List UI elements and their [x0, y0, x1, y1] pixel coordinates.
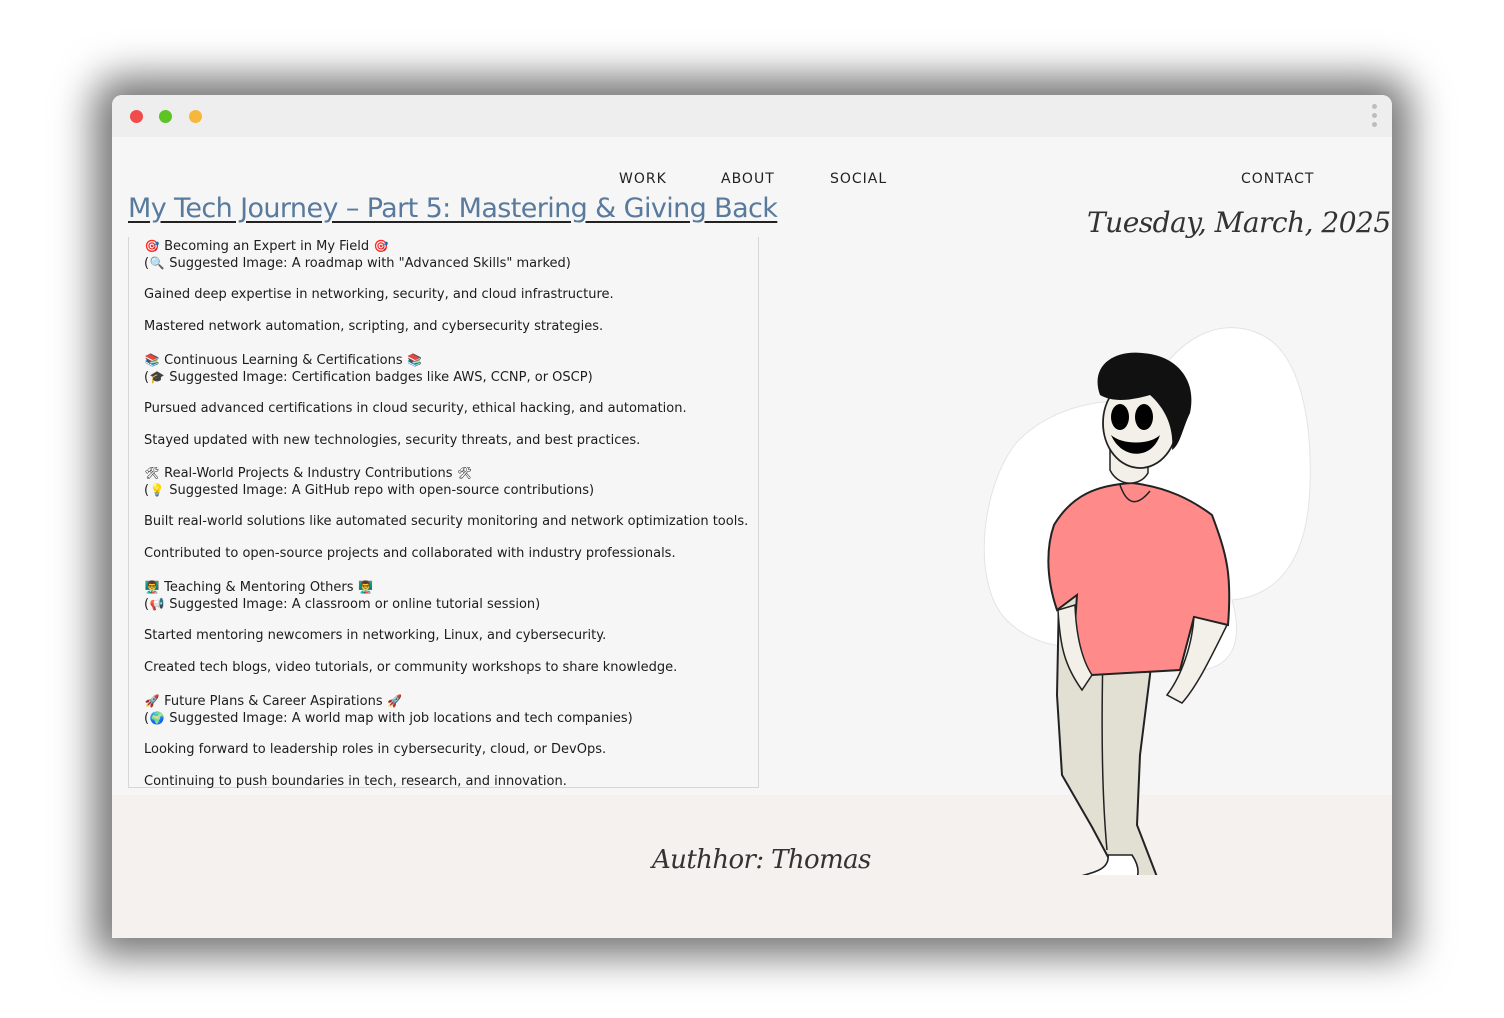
section-icon: 👨‍🏫 [144, 580, 160, 594]
person-illustration [983, 327, 1311, 875]
minimize-window-button[interactable] [189, 110, 202, 123]
section-icon: 🎯 [144, 239, 160, 253]
section-heading-label: Future Plans & Career Aspirations [164, 694, 383, 709]
suggested-image-label: Suggested Image: A roadmap with "Advance… [169, 256, 571, 271]
section-icon: 🛠 [144, 466, 160, 480]
section-icon: 🚀 [387, 694, 403, 708]
section-point: Started mentoring newcomers in networkin… [144, 628, 607, 643]
suggested-image-note: (📢 Suggested Image: A classroom or onlin… [144, 597, 541, 612]
section-heading-label: Teaching & Mentoring Others [164, 580, 354, 595]
suggested-image-icon: 📢 [149, 597, 165, 611]
section-icon: 👨‍🏫 [358, 580, 374, 594]
suggested-image-note: (💡 Suggested Image: A GitHub repo with o… [144, 483, 595, 498]
person-shoes [1081, 854, 1139, 875]
suggested-image-icon: 💡 [149, 483, 165, 497]
suggested-image-label: Suggested Image: A GitHub repo with open… [169, 483, 595, 498]
section-heading-label: Continuous Learning & Certifications [164, 353, 403, 368]
nav-work-link[interactable]: WORK [619, 171, 667, 187]
section-point: Mastered network automation, scripting, … [144, 319, 604, 334]
section-heading: 📚 Continuous Learning & Certifications 📚 [144, 351, 423, 369]
suggested-image-label: Suggested Image: Certification badges li… [169, 370, 593, 385]
section-point: Gained deep expertise in networking, sec… [144, 287, 614, 302]
suggested-image-icon: 🌍 [149, 711, 165, 725]
section-point: Looking forward to leadership roles in c… [144, 742, 607, 757]
section-heading: 🛠 Real-World Projects & Industry Contrib… [144, 464, 473, 482]
kebab-menu-icon[interactable] [1372, 104, 1378, 128]
section-point: Pursued advanced certifications in cloud… [144, 401, 687, 416]
suggested-image-icon: 🔍 [149, 256, 165, 270]
section-icon: 📚 [144, 353, 160, 367]
section-heading: 👨‍🏫 Teaching & Mentoring Others 👨‍🏫 [144, 578, 374, 596]
section-heading-label: Real-World Projects & Industry Contribut… [164, 466, 453, 481]
browser-window: WORK ABOUT SOCIAL CONTACT My Tech Journe… [112, 95, 1392, 938]
section-heading: 🚀 Future Plans & Career Aspirations 🚀 [144, 692, 403, 710]
window-titlebar [112, 95, 1392, 137]
section-point: Created tech blogs, video tutorials, or … [144, 660, 678, 675]
nav-about-link[interactable]: ABOUT [721, 171, 775, 187]
suggested-image-icon: 🎓 [149, 370, 165, 384]
nav-social-link[interactable]: SOCIAL [830, 171, 887, 187]
post-title-link[interactable]: My Tech Journey – Part 5: Mastering & Gi… [128, 193, 778, 224]
section-heading-label: Becoming an Expert in My Field [164, 239, 370, 254]
close-window-button[interactable] [130, 110, 143, 123]
section-icon: 🛠 [456, 466, 473, 480]
post-content: 🎯 Becoming an Expert in My Field 🎯 (🔍 Sug… [128, 237, 759, 789]
suggested-image-label: Suggested Image: A world map with job lo… [169, 711, 633, 726]
suggested-image-label: Suggested Image: A classroom or online t… [169, 597, 541, 612]
section-icon: 🎯 [373, 239, 389, 253]
section-icon: 🚀 [144, 694, 160, 708]
nav-contact-link[interactable]: CONTACT [1241, 171, 1314, 187]
post-author: Authhor: Thomas [652, 845, 871, 875]
section-point: Built real-world solutions like automate… [144, 514, 749, 529]
section-icon: 📚 [407, 353, 423, 367]
suggested-image-note: (🎓 Suggested Image: Certification badges… [144, 370, 593, 385]
section-point: Contributed to open-source projects and … [144, 546, 676, 561]
post-date: Tuesday, March, 2025 [1087, 206, 1391, 239]
section-point: Continuing to push boundaries in tech, r… [144, 774, 567, 789]
section-heading: 🎯 Becoming an Expert in My Field 🎯 [144, 237, 389, 255]
maximize-window-button[interactable] [159, 110, 172, 123]
section-point: Stayed updated with new technologies, se… [144, 433, 641, 448]
suggested-image-note: (🔍 Suggested Image: A roadmap with "Adva… [144, 256, 571, 271]
suggested-image-note: (🌍 Suggested Image: A world map with job… [144, 711, 633, 726]
